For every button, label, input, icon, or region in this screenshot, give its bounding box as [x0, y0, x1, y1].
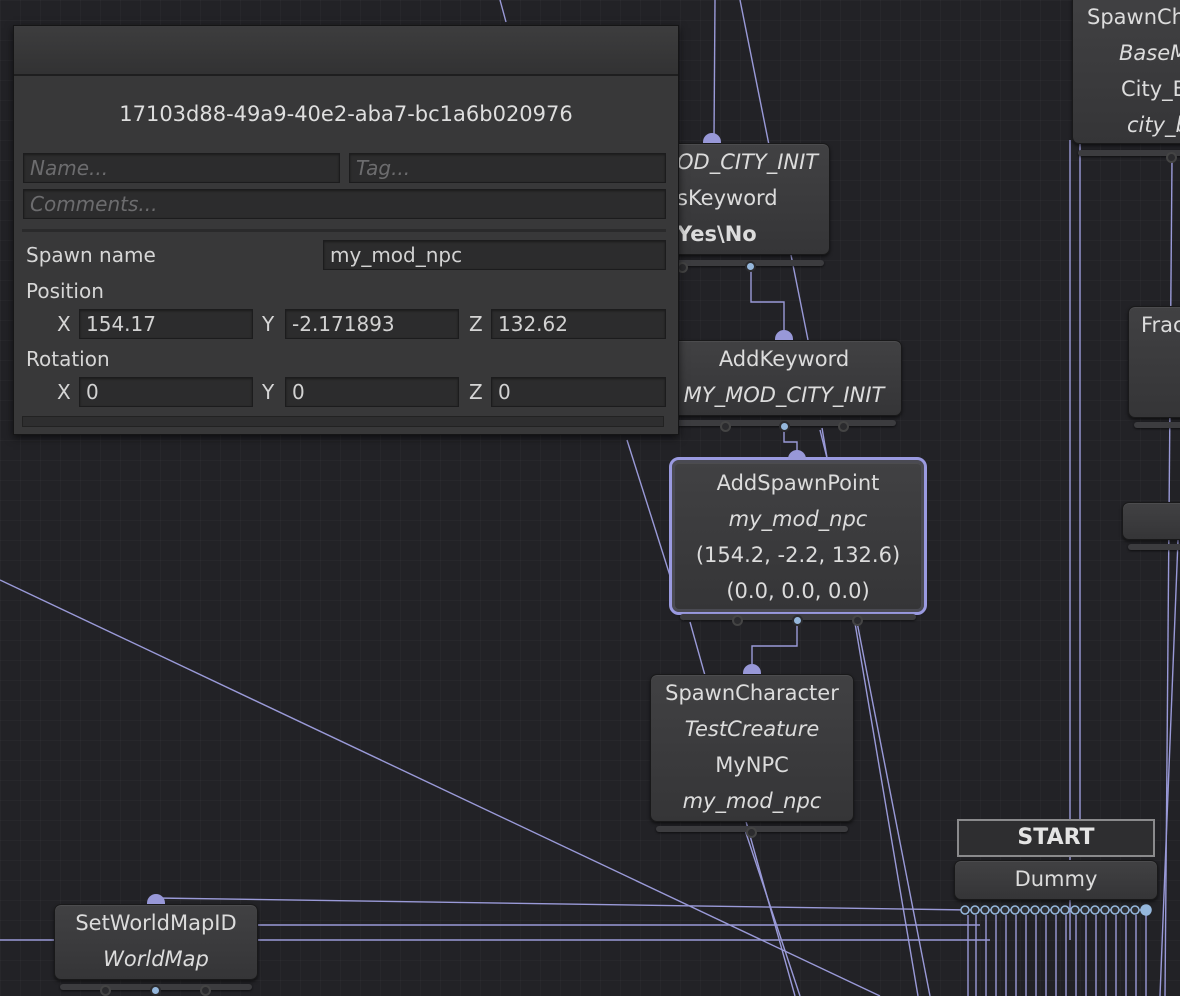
node-param: City_E [1121, 77, 1180, 101]
node-title: SetWorldMapID [75, 911, 237, 935]
node-add-spawn-point[interactable]: AddSpawnPoint my_mod_npc (154.2, -2.2, 1… [669, 457, 927, 615]
node-uuid: 17103d88-49a9-40e2-aba7-bc1a6b020976 [119, 102, 573, 126]
node-spawn-character-right[interactable]: SpawnCh BaseM City_E city_b [1072, 0, 1180, 144]
node-title: AddSpawnPoint [716, 471, 880, 495]
node-spawn-character[interactable]: SpawnCharacter TestCreature MyNPC my_mod… [650, 674, 854, 822]
node-title: Frac [1141, 313, 1180, 337]
rotation-z-input[interactable]: 0 [491, 377, 666, 407]
node-param: Yes\No [677, 222, 757, 246]
node-title: AddKeyword [718, 347, 850, 371]
output-port[interactable] [200, 985, 211, 996]
spawn-name-input[interactable]: my_mod_npc [323, 240, 666, 270]
divider [22, 229, 666, 232]
spawn-name-label: Spawn name [26, 243, 156, 267]
rotation-x-label: X [57, 380, 71, 404]
panel-header[interactable] [14, 26, 678, 76]
node-param: city_b [1127, 113, 1180, 137]
node-param: (0.0, 0.0, 0.0) [726, 579, 870, 603]
rotation-y-label: Y [262, 380, 275, 404]
node-param: my_mod_npc [728, 507, 868, 531]
node-set-world-map-id[interactable]: SetWorldMapID WorldMap [54, 904, 258, 980]
output-port[interactable] [792, 615, 803, 626]
rotation-label: Rotation [26, 347, 110, 371]
node-inspector-panel: 17103d88-49a9-40e2-aba7-bc1a6b020976 Nam… [13, 25, 679, 435]
output-port[interactable] [1166, 152, 1177, 163]
output-port[interactable] [852, 615, 863, 626]
node-frac[interactable]: Frac [1128, 306, 1180, 418]
panel-scrollbar[interactable] [22, 416, 664, 427]
rotation-x-input[interactable]: 0 [79, 377, 253, 407]
node-param: TestCreature [684, 717, 820, 741]
node-dummy[interactable]: Dummy [954, 860, 1158, 900]
node-port-bar [1078, 150, 1180, 156]
output-port[interactable] [100, 985, 111, 996]
position-x-label: X [57, 312, 71, 336]
node-port-bar [1128, 544, 1180, 550]
node-param: BaseM [1119, 41, 1180, 65]
output-port[interactable] [732, 615, 743, 626]
position-z-input[interactable]: 132.62 [491, 309, 666, 339]
node-title: OD_CITY_INIT [677, 150, 819, 174]
node-param: MyNPC [715, 753, 789, 777]
node-param: sKeyword [677, 186, 778, 210]
output-port[interactable] [720, 421, 731, 432]
rotation-z-label: Z [469, 380, 483, 404]
node-title: SpawnCharacter [665, 681, 839, 705]
node-param: WorldMap [103, 947, 209, 971]
node-param: my_mod_npc [682, 789, 822, 813]
node-port-bar [1134, 422, 1180, 428]
output-port[interactable] [746, 827, 757, 838]
start-label[interactable]: START [957, 819, 1155, 857]
node-title: Dummy [1014, 867, 1098, 891]
node-partial-right[interactable] [1122, 502, 1180, 540]
position-z-label: Z [469, 312, 483, 336]
output-port[interactable] [779, 421, 790, 432]
rotation-y-input[interactable]: 0 [285, 377, 459, 407]
node-title: SpawnCh [1087, 5, 1180, 29]
position-y-label: Y [262, 312, 275, 336]
comments-input[interactable]: Comments... [23, 189, 666, 219]
tag-input[interactable]: Tag... [349, 153, 666, 183]
node-param: MY_MOD_CITY_INIT [683, 383, 885, 407]
name-input[interactable]: Name... [23, 153, 340, 183]
position-x-input[interactable]: 154.17 [79, 309, 253, 339]
output-port[interactable] [838, 421, 849, 432]
output-port[interactable] [150, 985, 161, 996]
node-param: (154.2, -2.2, 132.6) [695, 543, 901, 567]
output-port[interactable] [745, 261, 756, 272]
position-label: Position [26, 279, 104, 303]
position-y-input[interactable]: -2.171893 [285, 309, 459, 339]
node-add-keyword[interactable]: AddKeyword MY_MOD_CITY_INIT [666, 340, 902, 416]
